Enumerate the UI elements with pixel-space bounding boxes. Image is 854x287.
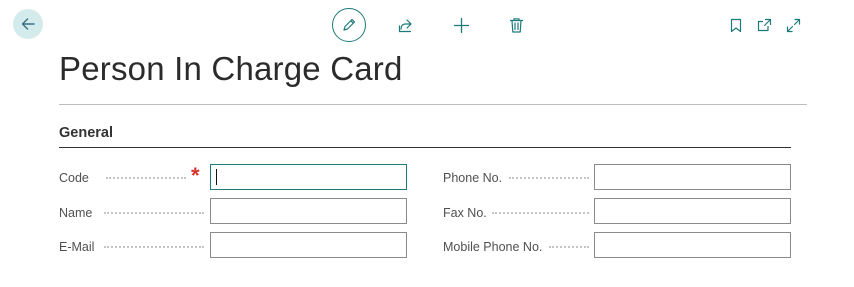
arrow-left-icon [21,18,35,30]
email-leader-dots [104,246,204,248]
phone-label: Phone No. [443,171,503,185]
phone-input[interactable] [594,164,791,190]
phone-leader-dots [509,177,589,179]
code-label: Code [59,171,89,185]
new-button[interactable] [450,14,472,36]
trash-icon [509,17,523,33]
email-label: E-Mail [59,240,95,254]
page-title: Person In Charge Card [59,50,403,87]
share-button[interactable] [394,14,416,36]
name-leader-dots [104,212,204,214]
name-input[interactable] [210,198,407,224]
expand-button[interactable] [783,15,803,35]
fax-input[interactable] [594,198,791,224]
email-input[interactable] [210,232,407,258]
title-divider [59,104,807,105]
fax-leader-dots [492,212,589,214]
text-cursor [216,169,217,185]
back-button[interactable] [13,9,43,39]
section-divider [59,147,791,148]
pencil-icon [343,18,356,31]
code-leader-dots [106,177,186,179]
required-indicator: * [191,163,200,188]
section-header-general[interactable]: General [59,125,113,141]
plus-icon [453,17,469,33]
mobile-label: Mobile Phone No. [443,240,543,254]
delete-button[interactable] [505,14,527,36]
fax-label: Fax No. [443,206,487,220]
mobile-leader-dots [549,246,589,248]
name-label: Name [59,206,93,220]
share-icon [398,18,412,32]
open-new-window-button[interactable] [754,15,774,35]
bookmark-button[interactable] [726,15,746,35]
mobile-input[interactable] [594,232,791,258]
bookmark-icon [730,18,742,32]
code-input[interactable] [210,164,407,190]
expand-icon [786,18,800,32]
edit-button[interactable] [332,8,366,42]
open-in-new-window-icon [757,18,771,32]
